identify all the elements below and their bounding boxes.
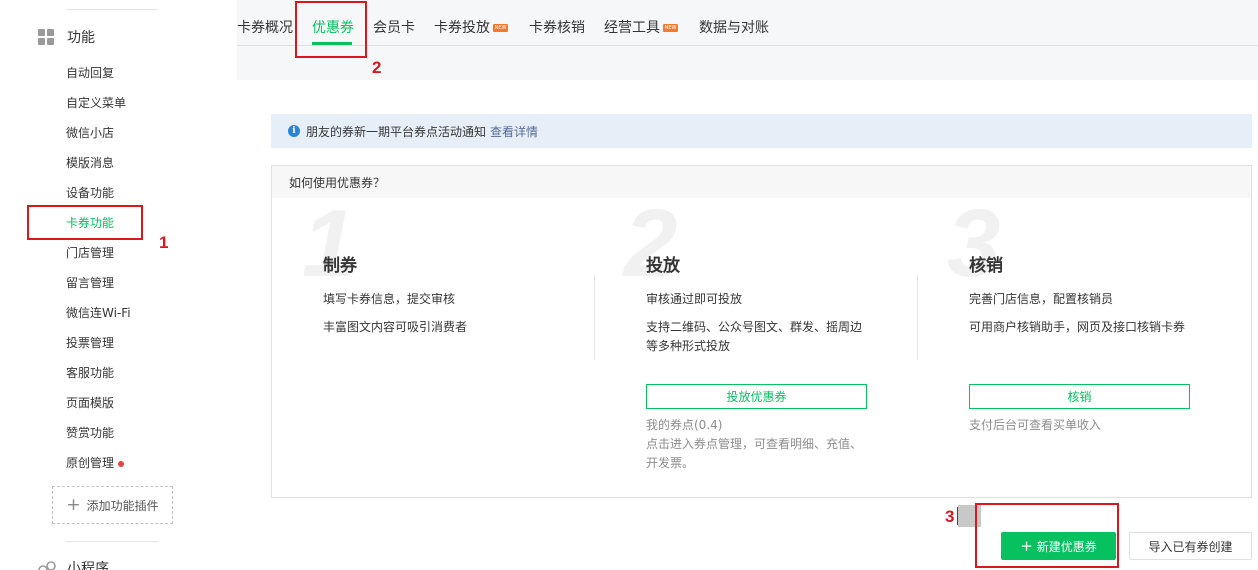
info-icon: i <box>288 125 300 137</box>
sidebar-item-wifi[interactable]: 微信连Wi-Fi <box>66 303 131 323</box>
step-text: 丰富图文内容可吸引消费者 <box>323 320 468 334</box>
step-number-watermark: 1 <box>302 190 356 297</box>
sidebar-item-reward[interactable]: 赞赏功能 <box>66 423 114 443</box>
text-cursor <box>957 507 958 525</box>
sidebar-item-comments[interactable]: 留言管理 <box>66 273 114 293</box>
step-title-distribute: 投放 <box>646 256 680 276</box>
sidebar-group-miniprogram[interactable]: 小程序 <box>38 558 109 570</box>
column-divider <box>594 274 595 360</box>
tab-membership-card[interactable]: 会员卡 <box>373 17 415 37</box>
tab-card-redemption[interactable]: 卡券核销 <box>529 17 585 37</box>
sidebar-item-custom-menu[interactable]: 自定义菜单 <box>66 93 126 113</box>
annotation-number-3: 3 <box>945 507 955 526</box>
sidebar-item-page-templates[interactable]: 页面模版 <box>66 393 114 413</box>
sidebar-group-functions: 功能 <box>38 27 95 47</box>
step-note: 点击进入券点管理，可查看明细、充值、 <box>646 437 863 451</box>
notice-bar: i 朋友的券新一期平台券点活动通知 查看详情 <box>271 114 1252 148</box>
new-badge: NEW <box>493 24 508 32</box>
notice-text: 朋友的券新一期平台券点活动通知 <box>306 124 487 139</box>
sidebar-divider <box>66 9 158 10</box>
tab-label: 经营工具 <box>604 20 660 36</box>
redeem-button[interactable]: 核销 <box>969 384 1190 409</box>
sidebar-item-customer-service[interactable]: 客服功能 <box>66 363 114 383</box>
sidebar-item-device[interactable]: 设备功能 <box>66 183 114 203</box>
import-coupon-button[interactable]: 导入已有券创建 <box>1129 532 1252 560</box>
step-number-watermark: 3 <box>947 190 1001 297</box>
miniprogram-icon <box>38 561 56 570</box>
sidebar-divider <box>66 541 158 542</box>
plus-icon: + <box>1020 536 1033 555</box>
step-text: 等多种形式投放 <box>646 339 731 353</box>
notice-details-link[interactable]: 查看详情 <box>490 123 538 140</box>
tab-card-distribution[interactable]: 卡券投放 NEW <box>434 17 508 37</box>
distribute-coupon-button[interactable]: 投放优惠券 <box>646 384 867 409</box>
annotation-box-2 <box>295 1 367 58</box>
column-divider <box>917 274 918 360</box>
new-coupon-button[interactable]: + 新建优惠券 <box>1001 532 1116 560</box>
sidebar-group-title: 功能 <box>67 30 95 46</box>
step-title-redeem: 核销 <box>969 256 1003 276</box>
add-plugin-label: 添加功能插件 <box>86 498 159 513</box>
step-note: 开发票。 <box>646 456 695 470</box>
grid-icon <box>38 29 54 45</box>
step-title-create: 制券 <box>323 256 357 276</box>
sidebar-item-wechat-shop[interactable]: 微信小店 <box>66 123 114 143</box>
new-badge: NEW <box>663 24 678 32</box>
sidebar-item-votes[interactable]: 投票管理 <box>66 333 114 353</box>
sidebar: 功能 自动回复 自定义菜单 微信小店 模版消息 设备功能 卡券功能 门店管理 留… <box>0 0 237 570</box>
sidebar-item-template-message[interactable]: 模版消息 <box>66 153 114 173</box>
step-text: 支持二维码、公众号图文、群发、摇周边 <box>646 320 863 334</box>
step-text: 完善门店信息，配置核销员 <box>969 292 1114 306</box>
step-number-watermark: 2 <box>624 190 678 297</box>
new-coupon-label: 新建优惠券 <box>1036 539 1097 554</box>
step-text: 审核通过即可投放 <box>646 292 743 306</box>
add-plugin-button[interactable]: + 添加功能插件 <box>52 486 173 524</box>
guide-header: 如何使用优惠券？ <box>272 166 1251 198</box>
step-text: 可用商户核销助手，网页及接口核销卡券 <box>969 320 1186 334</box>
tab-label: 卡券投放 <box>434 20 490 36</box>
tab-data-reconciliation[interactable]: 数据与对账 <box>699 17 769 37</box>
step-note: 支付后台可查看买单收入 <box>969 418 1102 432</box>
coupon-points-balance[interactable]: 我的券点(0.4) <box>646 415 722 435</box>
tab-business-tools[interactable]: 经营工具 NEW <box>604 17 678 37</box>
sidebar-item-stores[interactable]: 门店管理 <box>66 243 114 263</box>
sidebar-item-original[interactable]: 原创管理 <box>66 453 125 473</box>
usage-guide: 如何使用优惠券？ 1 制券 填写卡券信息，提交审核 丰富图文内容可吸引消费者 2… <box>271 165 1252 498</box>
sidebar-item-auto-reply[interactable]: 自动回复 <box>66 63 114 83</box>
sidebar-item-label: 原创管理 <box>66 456 115 470</box>
step-text: 填写卡券信息，提交审核 <box>323 292 456 306</box>
annotation-box-1 <box>27 205 143 240</box>
plus-icon: + <box>66 494 81 515</box>
tab-overview[interactable]: 卡券概况 <box>237 17 293 37</box>
tab-bar: 卡券概况 优惠券 会员卡 卡券投放 NEW 卡券核销 经营工具 NEW 数据与对账 <box>237 0 1258 46</box>
annotation-number-2: 2 <box>372 58 382 77</box>
notification-dot <box>118 460 125 467</box>
sidebar-group-title: 小程序 <box>67 561 109 570</box>
annotation-number-1: 1 <box>159 233 169 252</box>
